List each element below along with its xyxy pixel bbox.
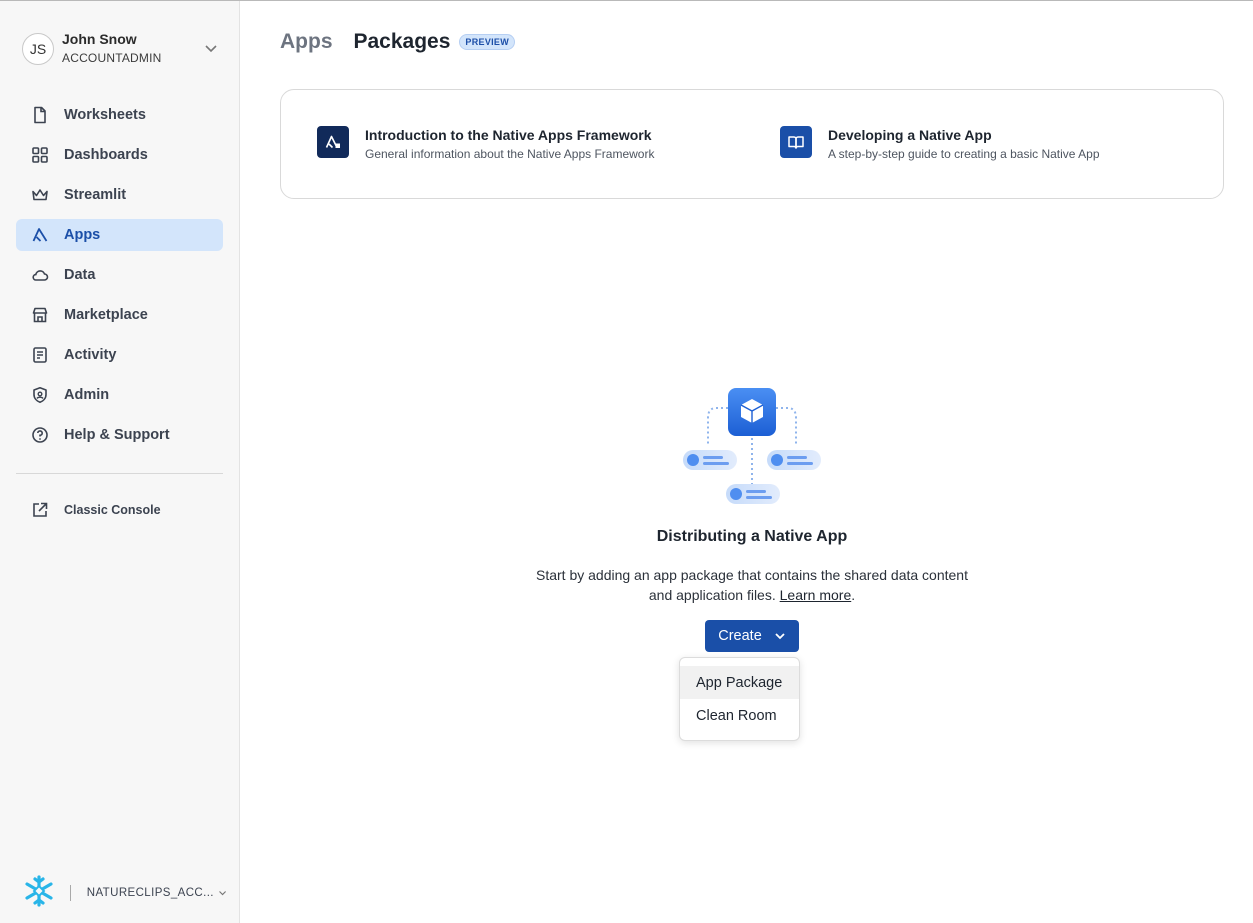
external-link-icon	[30, 500, 50, 520]
chevron-down-icon	[219, 891, 226, 896]
sidebar-item-label: Worksheets	[64, 107, 146, 123]
classic-console-link[interactable]: Classic Console	[16, 494, 223, 526]
classic-console-label: Classic Console	[64, 503, 161, 517]
guide-text: Developing a Native App A step-by-step g…	[828, 127, 1100, 161]
guide-title: Introduction to the Native Apps Framewor…	[365, 127, 652, 143]
guide-description: A step-by-step guide to creating a basic…	[828, 147, 1100, 161]
empty-state-description: Start by adding an app package that cont…	[500, 565, 1004, 605]
create-button[interactable]: Create	[705, 620, 799, 652]
snowflake-logo-icon	[22, 874, 56, 913]
sidebar-divider	[16, 473, 223, 474]
guides-card: Introduction to the Native Apps Framewor…	[280, 89, 1224, 199]
user-name: John Snow	[62, 31, 137, 47]
user-menu[interactable]: JS John Snow ACCOUNTADMIN	[22, 31, 222, 67]
tab-apps[interactable]: Apps	[280, 30, 333, 54]
sidebar-item-label: Marketplace	[64, 307, 148, 323]
create-dropdown-menu: App Package Clean Room	[679, 657, 800, 741]
chevron-down-icon	[775, 633, 785, 640]
create-button-label: Create	[718, 628, 762, 644]
activity-icon	[30, 345, 50, 365]
sidebar-item-admin[interactable]: Admin	[16, 379, 223, 411]
sidebar-item-activity[interactable]: Activity	[16, 339, 223, 371]
sidebar-item-apps[interactable]: Apps	[16, 219, 223, 251]
sidebar-item-worksheets[interactable]: Worksheets	[16, 99, 223, 131]
account-name: NATURECLIPS_ACC...	[86, 887, 214, 899]
sidebar-item-marketplace[interactable]: Marketplace	[16, 299, 223, 331]
help-icon	[30, 425, 50, 445]
book-icon	[780, 126, 812, 158]
description-period: .	[851, 587, 856, 603]
apps-icon	[30, 225, 50, 245]
sidebar-item-label: Dashboards	[64, 147, 148, 163]
guide-text: Introduction to the Native Apps Framewor…	[365, 127, 654, 161]
sidebar-item-label: Help & Support	[64, 427, 170, 443]
account-separator	[70, 885, 71, 901]
sidebar-item-streamlit[interactable]: Streamlit	[16, 179, 223, 211]
description-line-1: Start by adding an app package that cont…	[536, 567, 968, 583]
document-icon	[30, 105, 50, 125]
menu-item-app-package[interactable]: App Package	[680, 666, 799, 699]
sidebar-item-data[interactable]: Data	[16, 259, 223, 291]
page-tabs: Apps Packages PREVIEW	[280, 28, 516, 56]
sidebar-item-label: Admin	[64, 387, 110, 403]
user-role: ACCOUNTADMIN	[62, 51, 162, 65]
sidebar-nav: Worksheets Dashboards Streamlit Apps Dat…	[16, 99, 223, 459]
native-apps-icon	[317, 126, 349, 158]
description-line-2: and application files. Learn more.	[500, 585, 1004, 605]
user-info: John Snow ACCOUNTADMIN	[62, 30, 162, 68]
menu-item-clean-room[interactable]: Clean Room	[680, 699, 799, 732]
guide-native-apps-framework[interactable]: Introduction to the Native Apps Framewor…	[317, 126, 654, 161]
shield-icon	[30, 385, 50, 405]
sidebar-item-dashboards[interactable]: Dashboards	[16, 139, 223, 171]
sidebar-item-label: Activity	[64, 347, 117, 363]
sidebar: JS John Snow ACCOUNTADMIN Worksheets Das…	[0, 1, 240, 923]
guide-description: General information about the Native App…	[365, 147, 655, 161]
tab-packages[interactable]: Packages	[354, 30, 451, 54]
sidebar-item-label: Data	[64, 267, 96, 283]
description-text: and application files.	[648, 587, 780, 603]
sidebar-item-label: Streamlit	[64, 187, 127, 203]
preview-badge: PREVIEW	[459, 34, 516, 50]
learn-more-link[interactable]: Learn more	[780, 587, 852, 603]
guide-title: Developing a Native App	[828, 127, 992, 143]
grid-icon	[30, 145, 50, 165]
crown-icon	[30, 185, 50, 205]
native-app-distribution-illustration	[683, 388, 821, 504]
sidebar-item-label: Apps	[64, 227, 101, 243]
empty-state-title: Distributing a Native App	[656, 528, 848, 545]
avatar: JS	[22, 33, 54, 65]
chevron-down-icon	[205, 45, 217, 53]
store-icon	[30, 305, 50, 325]
account-selector[interactable]: NATURECLIPS_ACC...	[22, 874, 227, 913]
sidebar-item-help[interactable]: Help & Support	[16, 419, 223, 451]
cloud-icon	[30, 265, 50, 285]
guide-developing-native-app[interactable]: Developing a Native App A step-by-step g…	[780, 126, 1100, 161]
